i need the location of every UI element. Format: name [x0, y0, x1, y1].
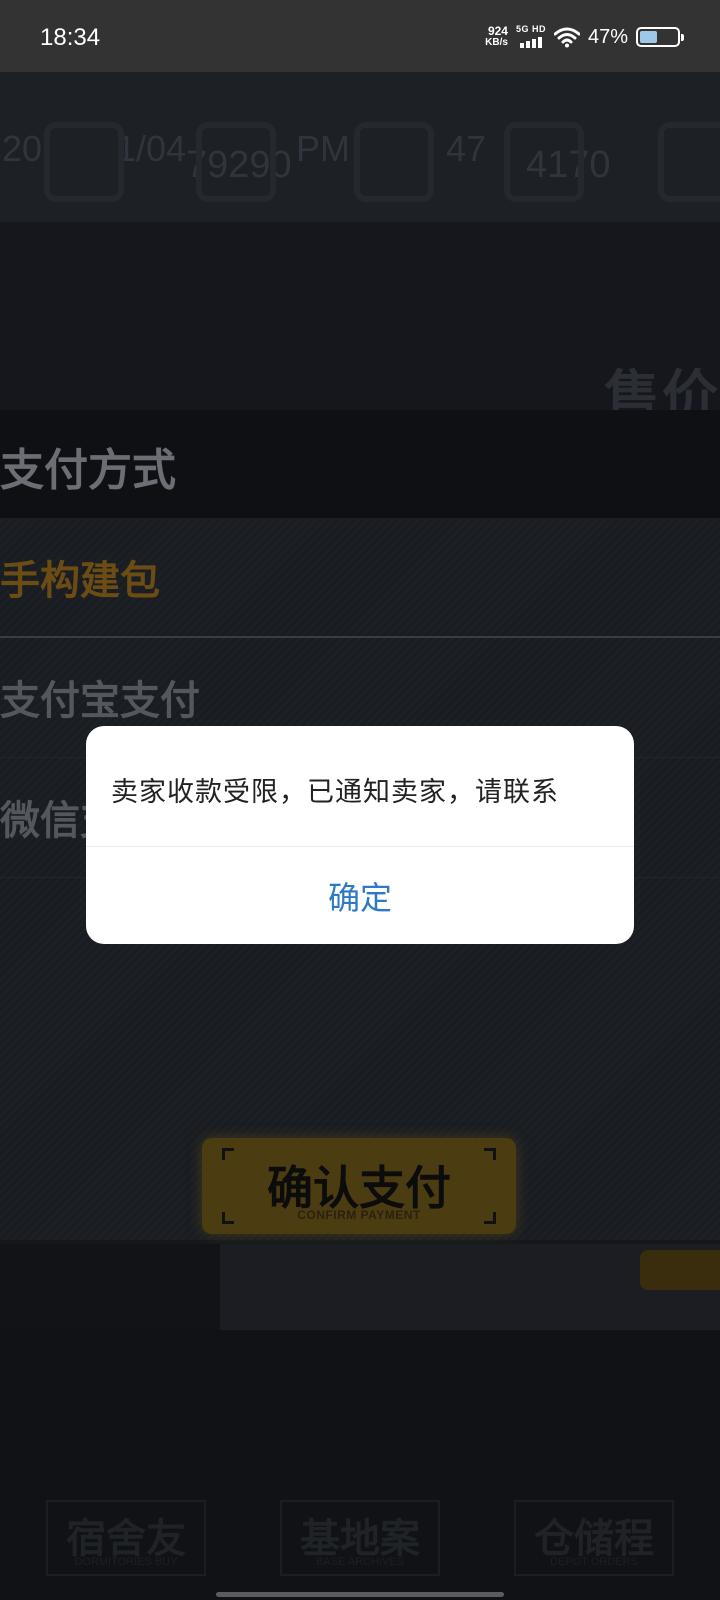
cellular-signal-icon: 5G HD: [516, 24, 546, 50]
summary-bar: [0, 1244, 720, 1330]
nav-item-depot[interactable]: 仓储程 DEPOT ORDERS: [514, 1500, 674, 1576]
home-indicator[interactable]: [216, 1592, 504, 1597]
network-speed-unit: KB/s: [485, 37, 508, 48]
item-icon: [196, 122, 276, 202]
item-icon: [354, 122, 434, 202]
order-date-fragment: 1/04: [116, 128, 187, 169]
nav-item-sublabel: BASE ARCHIVES: [315, 1556, 405, 1568]
network-speed: 924 KB/s: [485, 24, 508, 48]
item-icon: [658, 122, 720, 202]
payment-option-build-pack[interactable]: 手构建包: [0, 518, 720, 638]
dialog-message: 卖家收款受限，已通知卖家，请联系: [111, 777, 559, 808]
nav-item-dormitory[interactable]: 宿舍友 DORMITORIES BUY: [46, 1500, 206, 1576]
order-value-fragment: 47: [446, 128, 487, 169]
nav-item-sublabel: DORMITORIES BUY: [74, 1556, 178, 1568]
order-info-strip: 20 1/04 79290 PM 47 4170: [0, 72, 720, 222]
payment-option-label: 手构建包: [0, 558, 160, 604]
wifi-icon: [553, 27, 580, 48]
alert-dialog: 卖家收款受限，已通知卖家，请联系 确定: [86, 726, 634, 944]
battery-fill: [640, 31, 657, 43]
battery-percent: 47%: [587, 25, 628, 48]
dialog-ok-button[interactable]: 确定: [86, 847, 634, 944]
status-icons: 924 KB/s 5G HD 47%: [485, 22, 684, 52]
nav-item-base[interactable]: 基地案 BASE ARCHIVES: [280, 1500, 440, 1576]
confirm-payment-button[interactable]: 确认支付 CONFIRM PAYMENT: [202, 1138, 516, 1234]
network-speed-value: 924: [487, 24, 508, 38]
bottom-nav: 宿舍友 DORMITORIES BUY 基地案 BASE ARCHIVES 仓储…: [0, 1330, 720, 1600]
payment-header: 支付方式: [0, 410, 720, 518]
status-time: 18:34: [40, 24, 101, 51]
status-bar: 18:34 924 KB/s 5G HD 47%: [0, 0, 720, 72]
payment-option-label: 支付宝支付: [0, 678, 200, 724]
payment-title: 支付方式: [0, 445, 176, 496]
item-icon: [44, 122, 124, 202]
summary-tag: [640, 1250, 720, 1290]
order-date-fragment: 20: [2, 128, 43, 169]
item-icon: [504, 122, 584, 202]
nav-item-sublabel: DEPOT ORDERS: [550, 1556, 638, 1568]
order-time-fragment: PM: [296, 128, 350, 169]
confirm-payment-sublabel: CONFIRM PAYMENT: [297, 1208, 421, 1222]
battery-icon: [636, 27, 684, 47]
signal-label: 5G HD: [515, 24, 546, 34]
